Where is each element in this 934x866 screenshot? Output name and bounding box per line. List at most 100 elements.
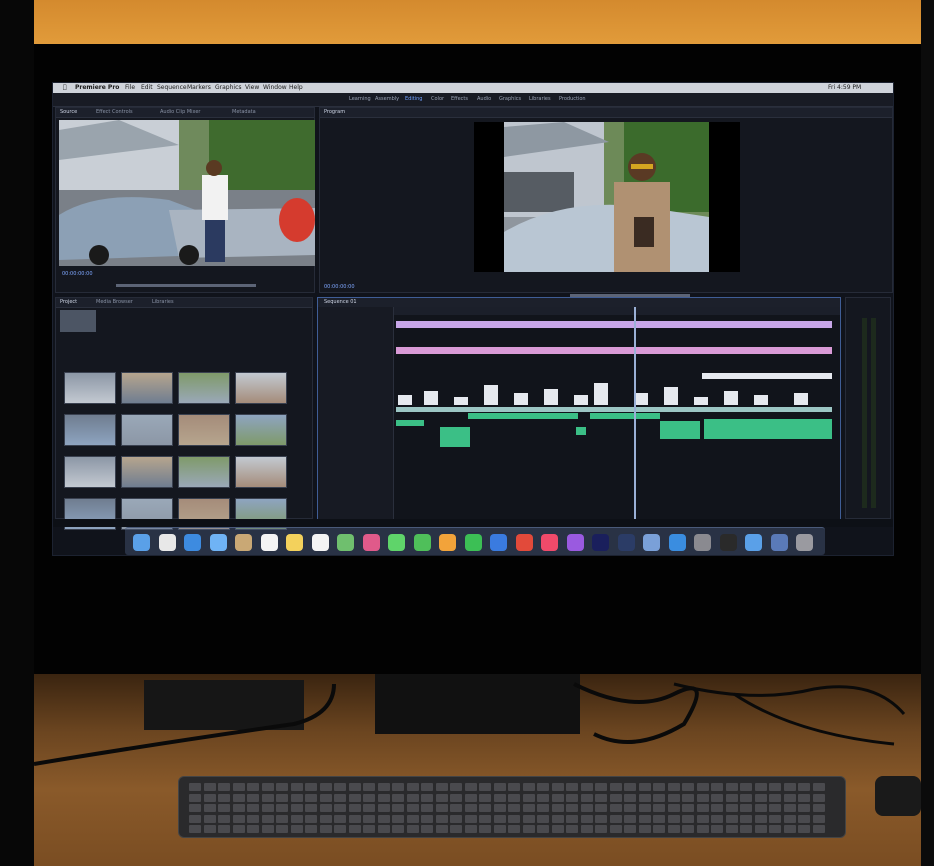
timeline-clip[interactable] [424, 391, 438, 405]
apple-icon[interactable]:  [63, 84, 67, 92]
photos-icon[interactable] [362, 534, 380, 551]
tab-color[interactable]: Color [431, 96, 444, 102]
timeline-clip[interactable] [396, 321, 832, 328]
playhead[interactable] [634, 307, 636, 519]
timeline-clip[interactable] [398, 395, 412, 405]
tab-source[interactable]: Source [60, 109, 77, 115]
keyboard-key [508, 783, 520, 791]
pages-icon[interactable] [439, 534, 456, 551]
timeline-clip[interactable] [660, 421, 700, 439]
timeline-clip[interactable] [634, 393, 648, 405]
tab-audio-clip-mixer[interactable]: Audio Clip Mixer [160, 109, 200, 115]
tab-effects[interactable]: Effects [451, 96, 468, 102]
menu-edit[interactable]: Edit [141, 84, 153, 92]
tab-graphics[interactable]: Graphics [499, 96, 521, 102]
timeline-clip[interactable] [724, 391, 738, 405]
media-thumbnail[interactable] [64, 372, 116, 404]
calendar-icon[interactable] [260, 534, 278, 551]
timeline-tracks[interactable] [394, 315, 840, 519]
timeline-clip[interactable] [590, 413, 660, 419]
music-icon[interactable] [541, 534, 558, 551]
track-headers[interactable] [318, 307, 394, 519]
menu-markers[interactable]: Markers [187, 84, 211, 92]
system-prefs-icon[interactable] [694, 534, 711, 551]
timeline-clip[interactable] [396, 407, 832, 412]
media-thumbnail[interactable] [121, 372, 173, 404]
safari-icon[interactable] [184, 534, 201, 551]
mail-icon[interactable] [209, 534, 227, 551]
menu-help[interactable]: Help [289, 84, 303, 92]
media-thumbnail[interactable] [121, 456, 173, 488]
reminders-icon[interactable] [311, 534, 329, 551]
menu-view[interactable]: View [245, 84, 259, 92]
messages-icon[interactable] [388, 534, 405, 551]
tab-learning[interactable]: Learning [349, 96, 371, 102]
keyboard-key [450, 814, 462, 823]
tab-editing[interactable]: Editing [405, 96, 422, 102]
menu-sequence[interactable]: Sequence [157, 84, 187, 92]
app-store-icon[interactable] [668, 534, 686, 551]
timeline-clip[interactable] [544, 389, 558, 405]
keyboard-key [479, 825, 491, 833]
tab-metadata[interactable]: Metadata [232, 109, 256, 115]
media-thumbnail[interactable] [178, 372, 230, 404]
tab-libraries[interactable]: Libraries [529, 96, 551, 102]
media-thumbnail[interactable] [121, 414, 173, 446]
source-transport-controls[interactable] [116, 284, 256, 287]
timeline-clip[interactable] [574, 395, 588, 405]
media-thumbnail[interactable] [178, 456, 230, 488]
menu-window[interactable]: Window [263, 84, 287, 92]
launchpad-icon[interactable] [158, 534, 176, 551]
timeline-clip[interactable] [694, 397, 708, 405]
keyboard-key [769, 783, 781, 791]
timeline-clip[interactable] [396, 420, 424, 426]
finder-window-icon[interactable] [745, 534, 762, 551]
keyboard-key [667, 804, 680, 812]
notes-icon[interactable] [286, 534, 303, 551]
menu-app[interactable]: Premiere Pro [75, 84, 119, 92]
tab-production[interactable]: Production [559, 96, 586, 102]
timeline-clip[interactable] [484, 385, 498, 405]
trash-icon[interactable] [796, 534, 813, 551]
news-blocked-icon[interactable] [515, 534, 533, 551]
media-thumbnail[interactable] [64, 414, 116, 446]
quicktime-icon[interactable] [719, 534, 737, 551]
premiere-pro-icon[interactable] [592, 534, 609, 551]
timeline-ruler[interactable] [394, 307, 840, 315]
numbers-icon[interactable] [464, 534, 482, 551]
keyboard-key [493, 783, 506, 791]
timeline-clip[interactable] [754, 395, 768, 405]
lightroom-icon[interactable] [617, 534, 635, 551]
media-thumbnail[interactable] [235, 414, 287, 446]
timeline-clip[interactable] [468, 413, 578, 419]
timeline-clip[interactable] [514, 393, 528, 405]
timeline-clip[interactable] [794, 393, 808, 405]
media-thumbnail[interactable] [64, 456, 116, 488]
media-thumbnail[interactable] [235, 372, 287, 404]
timeline-clip[interactable] [576, 427, 586, 435]
tab-effect-controls[interactable]: Effect Controls [96, 109, 133, 115]
timeline-clip[interactable] [594, 383, 608, 405]
timeline-clip[interactable] [396, 347, 832, 354]
tab-audio[interactable]: Audio [477, 96, 491, 102]
podcasts-icon[interactable] [566, 534, 584, 551]
timeline-clip[interactable] [454, 397, 468, 405]
menu-graphics[interactable]: Graphics [215, 84, 242, 92]
timeline-clip[interactable] [440, 427, 470, 447]
timeline-sequence-tab[interactable]: Sequence 01 [324, 299, 357, 305]
timeline-clip[interactable] [702, 373, 832, 379]
keynote-icon[interactable] [490, 534, 507, 551]
facetime-icon[interactable] [413, 534, 431, 551]
preview-icon[interactable] [643, 534, 660, 551]
timeline-clip[interactable] [664, 387, 678, 405]
media-thumbnail[interactable] [178, 414, 230, 446]
timeline-clip[interactable] [704, 419, 832, 439]
finder-icon[interactable] [133, 534, 150, 551]
downloads-icon[interactable] [770, 534, 788, 551]
tab-assembly[interactable]: Assembly [375, 96, 399, 102]
tab-program[interactable]: Program [324, 109, 345, 115]
contacts-icon[interactable] [235, 534, 252, 551]
media-thumbnail[interactable] [235, 456, 287, 488]
menu-file[interactable]: File [125, 84, 135, 92]
maps-icon[interactable] [337, 534, 354, 551]
